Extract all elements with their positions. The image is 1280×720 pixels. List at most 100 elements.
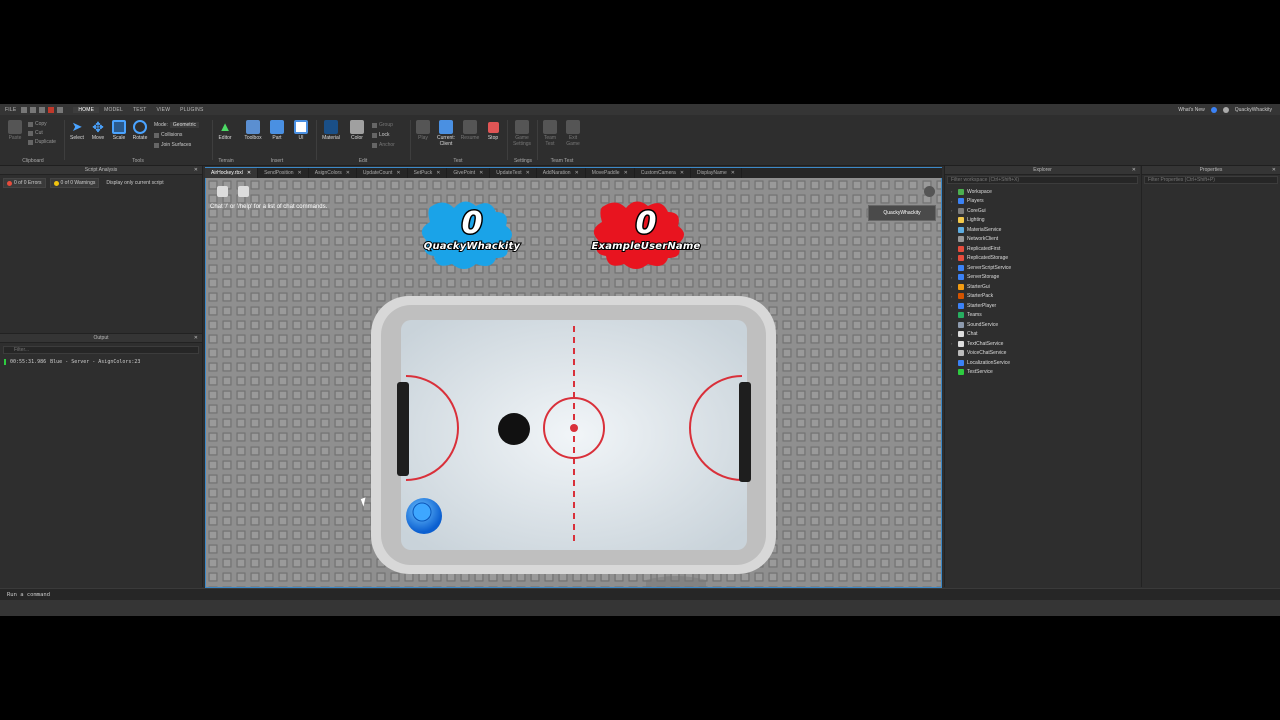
cut-button[interactable]: Cut	[28, 130, 43, 136]
chevron-right-icon[interactable]: ›	[951, 341, 955, 346]
explorer-item-localizationservice[interactable]: LocalizationService	[945, 358, 1140, 368]
save-icon[interactable]	[48, 106, 55, 113]
chevron-right-icon[interactable]: ›	[951, 218, 955, 223]
terrain-editor-button[interactable]: ▲ Editor	[214, 120, 236, 142]
tab-givepoint[interactable]: GivePoint ✕	[447, 168, 491, 178]
copy-button[interactable]: Copy	[28, 121, 47, 127]
close-icon[interactable]: ✕	[194, 334, 198, 343]
tab-customcamera[interactable]: CustomCamera ✕	[635, 168, 692, 178]
duplicate-button[interactable]: Duplicate	[28, 139, 56, 145]
command-bar-input[interactable]: Run a command	[0, 588, 1280, 600]
close-icon[interactable]: ✕	[575, 168, 579, 178]
close-icon[interactable]: ✕	[1272, 166, 1276, 175]
chevron-right-icon[interactable]: ›	[951, 199, 955, 204]
warnings-filter[interactable]: 0 of 0 Warnings	[49, 178, 100, 188]
tab-sendposition[interactable]: SendPosition ✕	[258, 168, 309, 178]
group-button[interactable]: Group	[372, 122, 393, 128]
chevron-right-icon[interactable]: ›	[951, 275, 955, 280]
whats-new-link[interactable]: What's New	[1178, 107, 1205, 113]
tab-plugins[interactable]: PLUGINS	[175, 107, 208, 113]
close-icon[interactable]: ✕	[194, 166, 198, 175]
chat-icon[interactable]	[238, 186, 249, 197]
tab-airhockey[interactable]: AirHockey.rbxl ✕	[205, 168, 259, 178]
anchor-button[interactable]: Anchor	[372, 142, 395, 148]
new-file-icon[interactable]	[21, 106, 28, 113]
explorer-item-replicatedfirst[interactable]: ReplicatedFirst	[945, 244, 1140, 254]
join-surfaces-toggle[interactable]: Join Surfaces	[154, 142, 191, 148]
roblox-menu-icon[interactable]	[217, 186, 228, 197]
close-icon[interactable]: ✕	[396, 168, 400, 178]
explorer-item-teams[interactable]: Teams	[945, 311, 1140, 321]
toolbox-button[interactable]: Toolbox	[242, 120, 264, 141]
chevron-right-icon[interactable]: ›	[951, 256, 955, 261]
close-icon[interactable]: ✕	[479, 168, 483, 178]
explorer-filter-input[interactable]: Filter workspace (Ctrl+Shift+X)	[947, 176, 1138, 184]
play-button[interactable]: Play	[412, 120, 434, 141]
close-icon[interactable]: ✕	[247, 168, 251, 178]
chevron-right-icon[interactable]: ›	[951, 303, 955, 308]
close-icon[interactable]: ✕	[1132, 166, 1136, 175]
rotate-button[interactable]: Rotate	[129, 120, 151, 141]
explorer-item-soundservice[interactable]: SoundService	[945, 320, 1140, 330]
more-icon[interactable]	[924, 186, 935, 197]
mode-dropdown[interactable]: Mode: Geometric	[154, 122, 199, 128]
redo-icon[interactable]	[39, 106, 46, 113]
tab-displayname[interactable]: DisplayName ✕	[691, 168, 742, 178]
close-icon[interactable]: ✕	[731, 168, 735, 178]
lock-button[interactable]: Lock	[372, 132, 390, 138]
resume-button[interactable]: Resume	[459, 120, 481, 141]
explorer-item-replicatedstorage[interactable]: › ReplicatedStorage	[945, 254, 1140, 264]
explorer-item-textchatservice[interactable]: › TextChatService	[945, 339, 1140, 349]
help-icon[interactable]	[1210, 106, 1217, 113]
tab-movepaddle[interactable]: MovePaddle ✕	[586, 168, 635, 178]
chevron-right-icon[interactable]: ›	[951, 332, 955, 337]
tab-test[interactable]: TEST	[128, 107, 152, 113]
chevron-right-icon[interactable]: ›	[951, 284, 955, 289]
errors-filter[interactable]: 0 of 0 Errors	[3, 178, 46, 188]
close-icon[interactable]: ✕	[346, 168, 350, 178]
file-menu[interactable]: FILE	[0, 107, 21, 113]
tab-setpuck[interactable]: SetPuck ✕	[408, 168, 448, 178]
ui-button[interactable]: UI	[290, 120, 312, 141]
properties-filter-input[interactable]: Filter Properties (Ctrl+Shift+P)	[1144, 176, 1278, 184]
explorer-item-chat[interactable]: › Chat	[945, 330, 1140, 340]
player-badge[interactable]: QuackyWhackity	[868, 205, 936, 221]
game-viewport[interactable]: Chat '/' or '/help' for a list of chat c…	[205, 178, 942, 588]
explorer-item-startergui[interactable]: › StarterGui	[945, 282, 1140, 292]
collisions-toggle[interactable]: Collisions	[154, 132, 182, 138]
explorer-item-workspace[interactable]: › Workspace	[945, 187, 1140, 197]
tab-asigncolors[interactable]: AsignColors ✕	[309, 168, 357, 178]
tab-updatecount[interactable]: UpdateCount ✕	[357, 168, 408, 178]
chevron-right-icon[interactable]: ›	[951, 189, 955, 194]
tab-model[interactable]: MODEL	[99, 107, 128, 113]
user-name[interactable]: QuackyWhackity	[1235, 107, 1272, 113]
publish-icon[interactable]	[57, 106, 64, 113]
exit-game-button[interactable]: Exit Game	[562, 120, 584, 147]
explorer-item-lighting[interactable]: › Lighting	[945, 216, 1140, 226]
display-only-toggle[interactable]: Display only current script	[103, 179, 166, 187]
stop-button[interactable]: Stop	[482, 120, 504, 141]
scale-button[interactable]: Scale	[108, 120, 130, 141]
tab-addnaration[interactable]: AddNaration ✕	[537, 168, 586, 178]
close-icon[interactable]: ✕	[298, 168, 302, 178]
chevron-right-icon[interactable]: ›	[951, 265, 955, 270]
material-button[interactable]: Material	[320, 120, 342, 141]
tab-view[interactable]: VIEW	[152, 107, 176, 113]
select-button[interactable]: ➤ Select	[66, 120, 88, 142]
explorer-item-testservice[interactable]: TestService	[945, 368, 1140, 378]
chevron-right-icon[interactable]: ›	[951, 294, 955, 299]
explorer-item-players[interactable]: › Players	[945, 197, 1140, 207]
game-settings-button[interactable]: Game Settings	[510, 120, 534, 147]
close-icon[interactable]: ✕	[624, 168, 628, 178]
close-icon[interactable]: ✕	[680, 168, 684, 178]
team-test-button[interactable]: Team Test	[539, 120, 561, 147]
explorer-item-starterplayer[interactable]: › StarterPlayer	[945, 301, 1140, 311]
current-client-button[interactable]: Current: Client	[434, 120, 458, 147]
output-filter-input[interactable]: Filter...	[3, 346, 199, 354]
move-button[interactable]: ✥ Move	[87, 120, 109, 141]
explorer-item-starterpack[interactable]: › StarterPack	[945, 292, 1140, 302]
close-icon[interactable]: ✕	[436, 168, 440, 178]
color-button[interactable]: Color	[346, 120, 368, 141]
paste-button[interactable]: Paste	[4, 120, 26, 141]
chevron-right-icon[interactable]: ›	[951, 208, 955, 213]
